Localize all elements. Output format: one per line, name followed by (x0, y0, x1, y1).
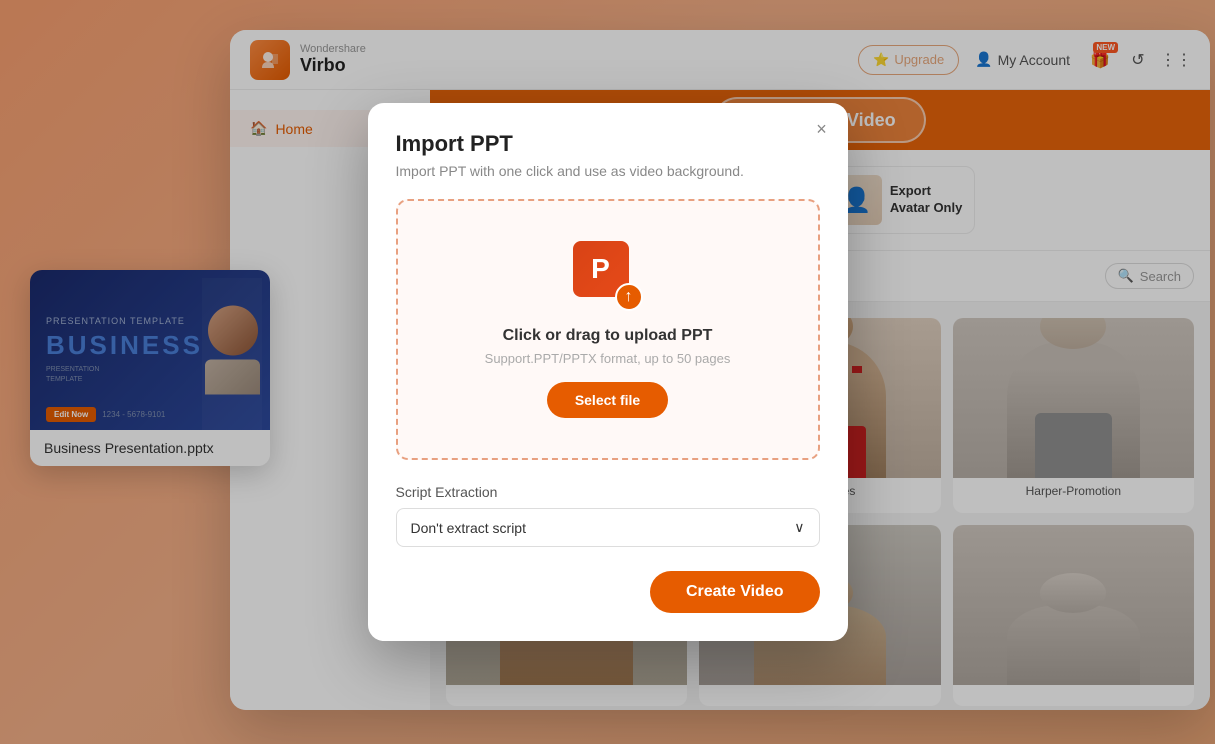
modal-footer: Create Video (396, 571, 820, 613)
ppt-upload-arrow: ↑ (615, 283, 643, 311)
import-ppt-modal: × Import PPT Import PPT with one click a… (368, 103, 848, 641)
select-file-button[interactable]: Select file (547, 382, 668, 418)
modal-subtitle: Import PPT with one click and use as vid… (396, 163, 820, 179)
create-video-modal-button[interactable]: Create Video (650, 571, 820, 613)
script-select[interactable]: Don't extract script ∨ (396, 508, 820, 547)
modal-overlay: × Import PPT Import PPT with one click a… (0, 0, 1215, 744)
modal-title: Import PPT (396, 131, 820, 157)
chevron-down-icon: ∨ (794, 519, 804, 536)
upload-zone[interactable]: P ↑ Click or drag to upload PPT Support.… (396, 199, 820, 460)
script-section: Script Extraction Don't extract script ∨ (396, 484, 820, 547)
modal-close-button[interactable]: × (810, 117, 834, 141)
ppt-icon: P ↑ (573, 241, 643, 311)
upload-title: Click or drag to upload PPT (418, 327, 798, 345)
script-option-text: Don't extract script (411, 520, 527, 536)
upload-subtitle: Support.PPT/PPTX format, up to 50 pages (418, 351, 798, 366)
script-label: Script Extraction (396, 484, 820, 500)
